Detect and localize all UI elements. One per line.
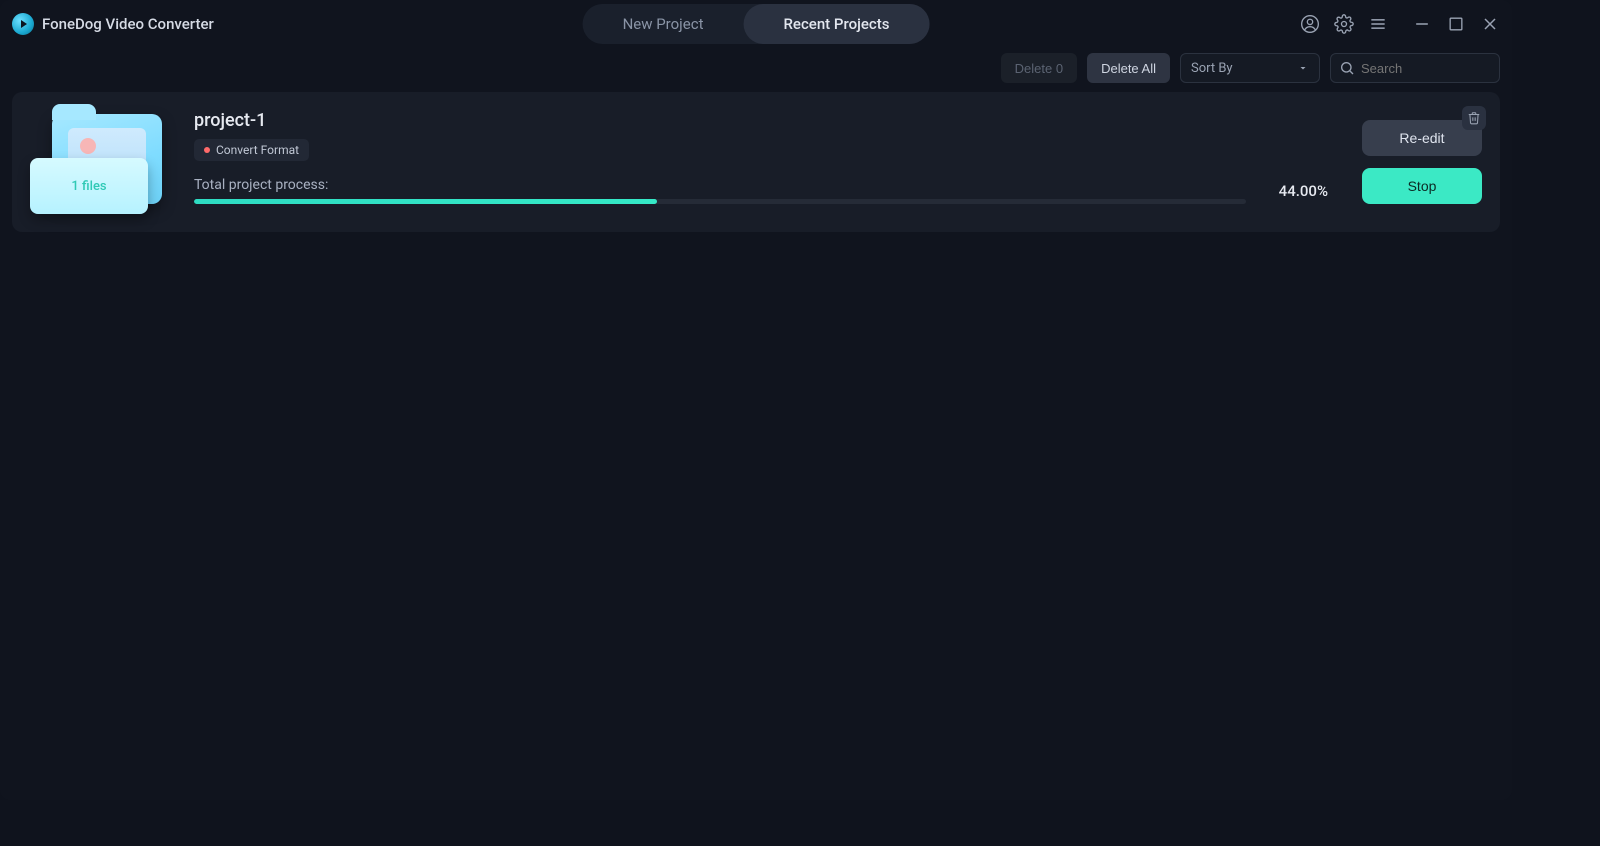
chevron-down-icon <box>1297 62 1309 74</box>
titlebar-right <box>1300 14 1500 34</box>
progress-bar <box>194 199 1246 204</box>
project-tag: Convert Format <box>194 139 309 161</box>
trash-icon <box>1467 111 1481 125</box>
status-dot-icon <box>204 147 210 153</box>
delete-selected-button[interactable]: Delete 0 <box>1001 53 1077 83</box>
project-card: 1 files project-1 Convert Format Total p… <box>12 92 1500 232</box>
window-controls <box>1412 14 1500 34</box>
sort-by-label: Sort By <box>1191 61 1233 76</box>
maximize-icon[interactable] <box>1446 14 1466 34</box>
titlebar: FoneDog Video Converter New Project Rece… <box>0 0 1512 48</box>
sort-by-select[interactable]: Sort By <box>1180 53 1320 83</box>
close-icon[interactable] <box>1480 14 1500 34</box>
projects-list: 1 files project-1 Convert Format Total p… <box>0 88 1512 236</box>
project-main: project-1 Convert Format Total project p… <box>194 110 1328 214</box>
progress-row: Total project process: 44.00% <box>194 177 1328 204</box>
app-window: FoneDog Video Converter New Project Rece… <box>0 0 1512 800</box>
search-icon <box>1339 60 1355 76</box>
gear-icon[interactable] <box>1334 14 1354 34</box>
top-tabs: New Project Recent Projects <box>583 4 930 44</box>
delete-all-button[interactable]: Delete All <box>1087 53 1170 83</box>
tab-new-project[interactable]: New Project <box>583 4 744 44</box>
tab-recent-projects[interactable]: Recent Projects <box>743 4 929 44</box>
progress-fill <box>194 199 657 204</box>
app-logo-icon <box>12 13 34 35</box>
files-badge: 1 files <box>71 179 106 194</box>
project-title: project-1 <box>194 110 1328 131</box>
brand: FoneDog Video Converter <box>12 13 214 35</box>
account-icon[interactable] <box>1300 14 1320 34</box>
delete-project-button[interactable] <box>1462 106 1486 130</box>
app-title: FoneDog Video Converter <box>42 15 214 33</box>
minimize-icon[interactable] <box>1412 14 1432 34</box>
search-field[interactable] <box>1330 53 1500 83</box>
stop-button[interactable]: Stop <box>1362 168 1482 204</box>
progress-section: Total project process: <box>194 177 1246 204</box>
progress-label: Total project process: <box>194 177 1246 193</box>
project-tag-label: Convert Format <box>216 143 299 157</box>
progress-percent: 44.00% <box>1264 182 1328 200</box>
project-thumbnail: 1 files <box>30 110 170 214</box>
folder-front: 1 files <box>30 158 148 214</box>
menu-icon[interactable] <box>1368 14 1388 34</box>
toolbar: Delete 0 Delete All Sort By <box>0 48 1512 88</box>
search-input[interactable] <box>1361 61 1491 76</box>
